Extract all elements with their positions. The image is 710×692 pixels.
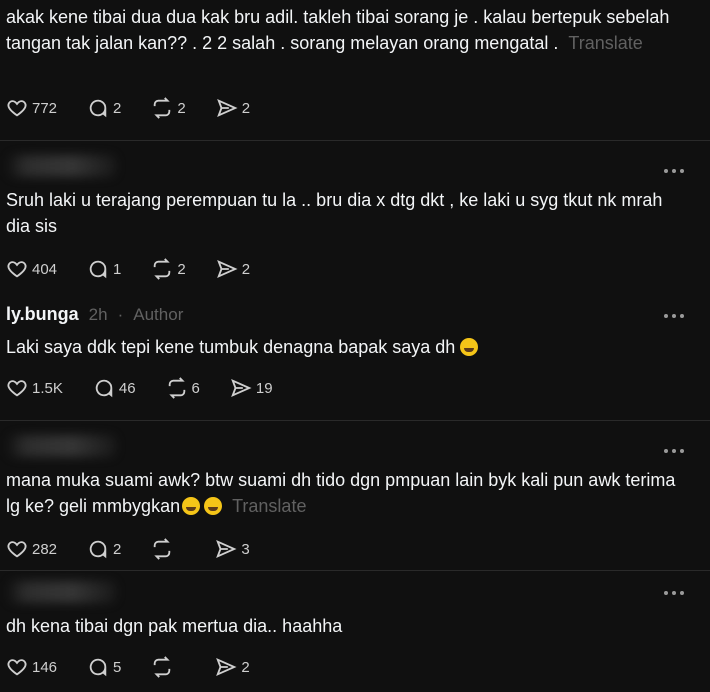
repost-icon (154, 97, 171, 119)
comment-icon (89, 540, 107, 559)
like-button[interactable]: 772 (6, 97, 57, 119)
like-button[interactable]: 1.5K (6, 377, 63, 399)
post-text: mana muka suami awk? btw suami dh tido d… (6, 470, 676, 516)
repost-count: 6 (191, 379, 200, 397)
reply-count: 5 (113, 658, 122, 676)
repost-icon (154, 656, 171, 678)
share-icon (231, 378, 252, 398)
translate-link[interactable]: Translate (568, 33, 642, 53)
share-button[interactable]: 2 (215, 656, 250, 678)
comment-icon (89, 658, 107, 677)
thread-post: Sruh laki u terajang perempuan tu la .. … (0, 141, 710, 289)
reply-count: 1 (113, 260, 122, 278)
share-count: 2 (241, 260, 251, 278)
reply-count: 46 (118, 379, 136, 397)
crying-emoji-icon (182, 497, 201, 515)
like-button[interactable]: 404 (6, 258, 57, 280)
repost-button[interactable]: 6 (166, 377, 200, 399)
comment-icon (95, 379, 113, 398)
heart-icon (7, 541, 27, 558)
more-button[interactable] (664, 449, 684, 453)
share-button[interactable]: 19 (230, 377, 273, 399)
more-icon (664, 449, 668, 453)
like-count: 404 (32, 260, 58, 278)
share-icon (216, 259, 238, 279)
thread-post: dh kena tibai dgn pak mertua dia.. haahh… (0, 571, 710, 692)
post-text: Laki saya ddk tepi kene tumbuk denagna b… (6, 334, 686, 360)
post-actions: 404 1 2 2 (6, 257, 280, 281)
comment-icon (89, 260, 107, 279)
reply-button[interactable]: 2 (87, 538, 121, 560)
reply-button[interactable]: 2 (87, 97, 121, 119)
author-badge: Author (133, 305, 184, 324)
share-button[interactable]: 2 (216, 258, 250, 280)
like-count: 282 (32, 540, 58, 558)
reply-button[interactable]: 5 (87, 656, 121, 678)
blurred-username (6, 435, 116, 457)
heart-icon (7, 100, 27, 117)
more-button[interactable] (664, 314, 684, 318)
heart-icon (7, 659, 27, 676)
share-count: 2 (241, 658, 250, 676)
share-button[interactable]: 2 (216, 97, 250, 119)
username[interactable]: ly.bunga (6, 304, 79, 325)
more-icon (664, 169, 668, 173)
like-button[interactable]: 146 (6, 656, 57, 678)
heart-icon (7, 380, 27, 397)
reply-button[interactable]: 46 (93, 377, 136, 399)
thread-post: ly.bunga 2h · Author Laki saya ddk tepi … (0, 290, 710, 418)
repost-count: 2 (177, 260, 186, 278)
post-text: dh kena tibai dgn pak mertua dia.. haahh… (6, 616, 343, 636)
post-actions: 772 2 2 2 (6, 96, 280, 120)
repost-button[interactable] (151, 656, 185, 678)
like-count: 772 (32, 99, 58, 117)
post-text: akak kene tibai dua dua kak bru adil. ta… (6, 7, 670, 53)
post-text: Sruh laki u terajang perempuan tu la .. … (6, 190, 663, 236)
thread-post: akak kene tibai dua dua kak bru adil. ta… (0, 0, 710, 140)
like-count: 1.5K (32, 379, 63, 397)
comment-icon (89, 99, 107, 118)
more-button[interactable] (664, 591, 684, 595)
repost-button[interactable]: 2 (151, 97, 186, 119)
share-icon (216, 657, 237, 677)
more-button[interactable] (664, 169, 684, 173)
share-count: 2 (241, 99, 251, 117)
post-actions: 1.5K 46 6 19 (6, 376, 303, 400)
like-count: 146 (32, 658, 58, 676)
thread-post: mana muka suami awk? btw suami dh tido d… (0, 421, 710, 569)
meta-separator: · (117, 305, 124, 324)
share-count: 19 (255, 379, 273, 397)
repost-icon (154, 258, 171, 280)
post-time: 2h (88, 305, 108, 324)
reply-count: 2 (113, 540, 122, 558)
repost-button[interactable]: 2 (151, 258, 186, 280)
repost-count: 2 (177, 99, 186, 117)
post-actions: 146 5 2 (6, 655, 280, 679)
reply-count: 2 (113, 99, 122, 117)
laughing-emoji-icon (460, 338, 479, 356)
share-count: 3 (241, 540, 250, 558)
share-icon (216, 539, 237, 559)
repost-button[interactable] (151, 538, 185, 560)
more-icon (664, 314, 668, 318)
blurred-username (6, 155, 116, 177)
like-button[interactable]: 282 (6, 538, 57, 560)
post-actions: 282 2 3 (6, 537, 280, 561)
repost-icon (154, 538, 171, 560)
heart-icon (7, 261, 27, 278)
repost-icon (168, 377, 185, 399)
crying-emoji-icon (204, 497, 223, 515)
translate-link[interactable]: Translate (232, 496, 306, 516)
blurred-username (6, 581, 116, 603)
post-header: ly.bunga 2h · Author (6, 304, 183, 325)
reply-button[interactable]: 1 (87, 258, 121, 280)
more-icon (664, 591, 668, 595)
share-button[interactable]: 3 (215, 538, 250, 560)
share-icon (216, 98, 238, 118)
